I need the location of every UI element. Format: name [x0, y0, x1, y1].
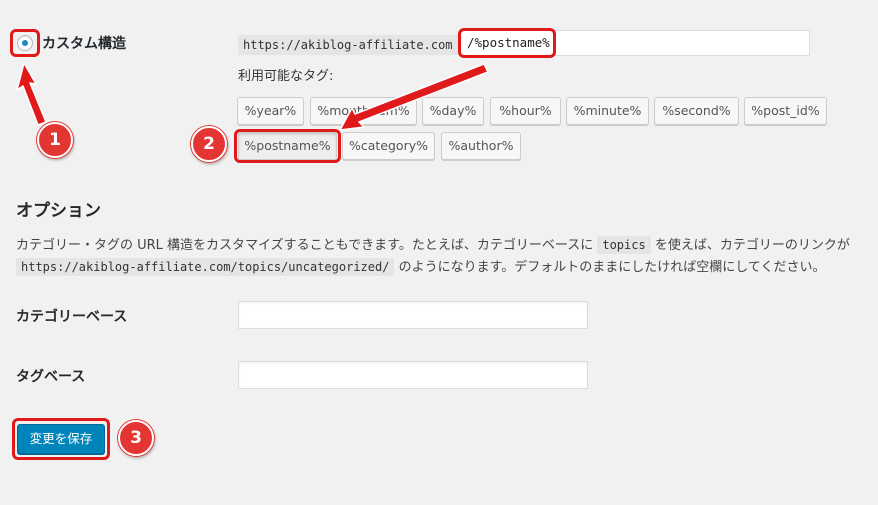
tag-button-minute[interactable]: %minute% [566, 97, 649, 125]
options-description-line2: https://akiblog-affiliate.com/topics/unc… [16, 256, 826, 276]
tag-button-monthnum[interactable]: %monthnum% [310, 97, 417, 125]
base-url-code: https://akiblog-affiliate.com [238, 35, 458, 55]
tag-base-label: タグベース [16, 369, 86, 385]
tag-button-category[interactable]: %category% [342, 132, 435, 160]
category-base-label: カテゴリーベース [16, 309, 128, 325]
save-button-highlight: 変更を保存 [12, 418, 110, 460]
radio-selected-dot [22, 40, 28, 46]
tag-button-author[interactable]: %author% [441, 132, 521, 160]
postname-tag-highlight [234, 129, 341, 163]
desc-text-1: カテゴリー・タグの URL 構造をカスタマイズすることもできます。たとえば、カテ… [16, 238, 594, 253]
available-tags-label: 利用可能なタグ: [238, 69, 334, 84]
custom-structure-radio[interactable] [17, 35, 33, 51]
custom-structure-radio-highlight [10, 29, 40, 57]
category-base-input[interactable] [238, 301, 588, 329]
tag-button-year[interactable]: %year% [237, 97, 304, 125]
custom-structure-label: カスタム構造 [42, 36, 126, 52]
custom-structure-value[interactable]: /%postname% [458, 28, 556, 58]
save-changes-button[interactable]: 変更を保存 [17, 424, 105, 454]
desc-code-topics: topics [597, 236, 651, 254]
options-description-line1: カテゴリー・タグの URL 構造をカスタマイズすることもできます。たとえば、カテ… [16, 234, 850, 254]
options-section-title: オプション [16, 201, 101, 221]
desc-text-2: を使えば、カテゴリーのリンクが [654, 238, 850, 253]
step-badge-2: 2 [191, 126, 227, 162]
tag-button-day[interactable]: %day% [422, 97, 484, 125]
desc-text-3: のようになります。デフォルトのままにしたければ空欄にしてください。 [398, 260, 826, 275]
tag-base-input[interactable] [238, 361, 588, 389]
arrow-to-radio [16, 62, 47, 126]
step-badge-3: 3 [118, 420, 154, 456]
desc-code-example-url: https://akiblog-affiliate.com/topics/unc… [16, 258, 395, 276]
tag-button-post-id[interactable]: %post_id% [744, 97, 827, 125]
tag-button-second[interactable]: %second% [654, 97, 739, 125]
step-badge-1: 1 [37, 122, 73, 158]
tag-button-hour[interactable]: %hour% [490, 97, 561, 125]
